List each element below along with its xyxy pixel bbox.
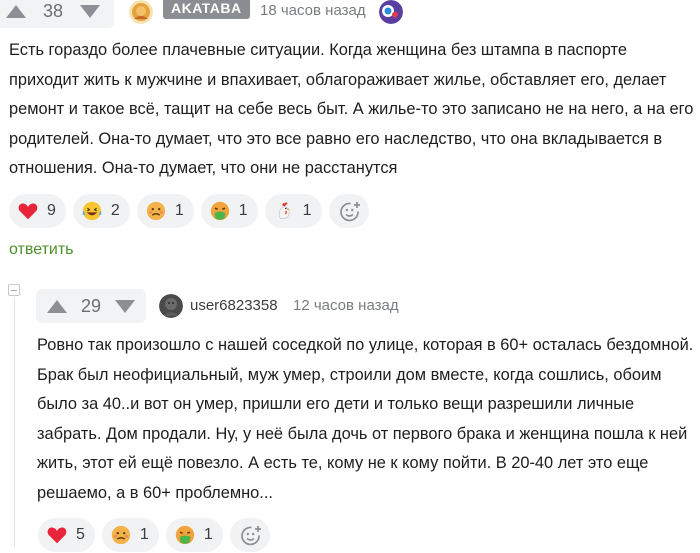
comment-score: 29 <box>80 295 102 316</box>
thread-line <box>14 298 15 547</box>
vote-box: 29 <box>36 289 146 323</box>
reaction-count: 5 <box>76 526 85 543</box>
heart-icon <box>17 200 39 222</box>
comment-text: Ровно так произошло с нашей соседкой по … <box>37 336 694 502</box>
reaction-laugh[interactable]: 2 <box>72 194 130 228</box>
add-emoji-icon <box>239 524 261 546</box>
reaction-nauseated[interactable]: 1 <box>200 194 258 228</box>
add-emoji-icon <box>338 200 360 222</box>
vote-box: 38 <box>0 0 114 28</box>
reactions-bar: 9 2 1 1 1 <box>9 194 376 228</box>
comment-time: 18 часов назад <box>260 2 366 19</box>
downvote-icon[interactable] <box>80 4 100 18</box>
reaction-count: 1 <box>139 526 149 543</box>
add-reaction-button[interactable] <box>328 194 369 228</box>
reply-link[interactable]: ответить <box>9 241 74 259</box>
laughing-tears-icon <box>81 200 103 222</box>
collapse-thread-button[interactable] <box>8 284 20 296</box>
comment-time: 12 часов назад <box>293 297 399 314</box>
reaction-heart[interactable]: 9 <box>9 194 66 228</box>
reaction-count: 9 <box>47 202 56 219</box>
sad-face-icon <box>145 200 167 222</box>
heart-icon <box>46 524 68 546</box>
comment-score: 38 <box>42 0 64 21</box>
reaction-count: 1 <box>174 202 184 219</box>
nauseated-face-icon <box>209 200 231 222</box>
community-badge-icon <box>379 0 403 24</box>
username[interactable]: AKATABA <box>163 0 250 19</box>
downvote-icon[interactable] <box>115 299 135 313</box>
reaction-count: 1 <box>203 526 213 543</box>
reaction-count: 2 <box>110 202 120 219</box>
avatar[interactable] <box>159 294 183 318</box>
reaction-sad[interactable]: 1 <box>136 194 194 228</box>
upvote-icon[interactable] <box>6 4 26 18</box>
reaction-rooster[interactable]: 1 <box>264 194 322 228</box>
reaction-count: 1 <box>302 202 312 219</box>
reaction-count: 1 <box>238 202 248 219</box>
upvote-icon[interactable] <box>47 299 67 313</box>
comment-text: Есть гораздо более плачевные ситуации. К… <box>9 41 694 177</box>
sad-face-icon <box>110 524 132 546</box>
avatar[interactable] <box>129 0 153 24</box>
nauseated-face-icon <box>174 524 196 546</box>
username[interactable]: user6823358 <box>190 297 278 314</box>
rooster-icon <box>273 200 295 222</box>
